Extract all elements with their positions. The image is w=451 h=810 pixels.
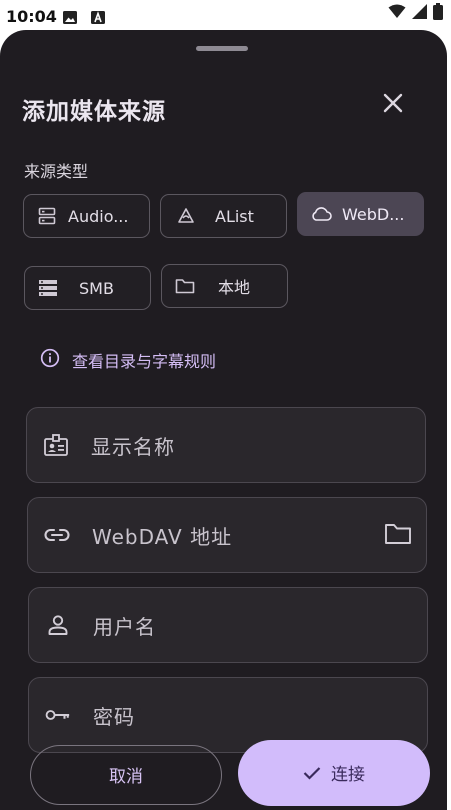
- link-icon: [44, 522, 70, 548]
- close-icon: [383, 93, 403, 113]
- chip-label: AList: [215, 206, 254, 226]
- app-notification-icon: [91, 9, 105, 24]
- person-icon: [45, 612, 71, 638]
- folder-icon: [385, 524, 411, 544]
- source-type-local[interactable]: 本地: [161, 264, 288, 308]
- password-placeholder: 密码: [93, 704, 135, 729]
- check-icon: [303, 765, 321, 785]
- source-type-audiobookshelf[interactable]: Audio...: [23, 194, 150, 238]
- source-type-smb[interactable]: SMB: [24, 266, 151, 310]
- source-type-webdav[interactable]: WebD...: [297, 192, 424, 236]
- source-type-label: 来源类型: [24, 162, 89, 181]
- connect-button[interactable]: 连接: [238, 740, 430, 806]
- add-media-source-sheet: 添加媒体来源 来源类型 Audio... AList WebD... SMB 本…: [0, 30, 447, 810]
- connect-label: 连接: [331, 765, 365, 785]
- info-icon: [40, 348, 60, 372]
- sheet-title: 添加媒体来源: [22, 99, 166, 125]
- source-type-alist[interactable]: AList: [160, 194, 287, 238]
- webdav-url-placeholder: WebDAV 地址: [92, 524, 233, 549]
- status-bar: 10:04: [0, 0, 451, 32]
- username-placeholder: 用户名: [93, 614, 156, 639]
- cancel-button[interactable]: 取消: [30, 745, 222, 805]
- chip-label: Audio...: [68, 206, 129, 226]
- browse-folder-button[interactable]: [384, 522, 412, 550]
- display-name-field[interactable]: 显示名称: [26, 407, 426, 483]
- chip-label: SMB: [79, 278, 114, 298]
- signal-icon: [412, 4, 427, 23]
- display-name-placeholder: 显示名称: [91, 434, 175, 459]
- storage-icon: [37, 277, 59, 299]
- chip-label: WebD...: [342, 204, 405, 224]
- status-time: 10:04: [6, 7, 57, 26]
- username-field[interactable]: 用户名: [28, 587, 428, 663]
- wifi-icon: [388, 4, 406, 23]
- cancel-label: 取消: [109, 767, 143, 787]
- chip-label: 本地: [218, 278, 251, 297]
- webdav-url-field[interactable]: WebDAV 地址: [27, 497, 427, 573]
- close-button[interactable]: [378, 88, 408, 118]
- folder-icon: [174, 275, 196, 297]
- badge-icon: [43, 432, 69, 458]
- server-icon: [36, 205, 58, 227]
- directory-subtitle-rules-link[interactable]: 查看目录与字幕规则: [40, 348, 216, 372]
- cloud-icon: [310, 203, 332, 225]
- hint-label: 查看目录与字幕规则: [72, 352, 217, 371]
- alist-icon: [175, 205, 197, 227]
- drag-handle[interactable]: [196, 46, 248, 51]
- key-icon: [45, 702, 71, 728]
- image-notification-icon: [63, 9, 77, 24]
- battery-icon: [433, 3, 443, 24]
